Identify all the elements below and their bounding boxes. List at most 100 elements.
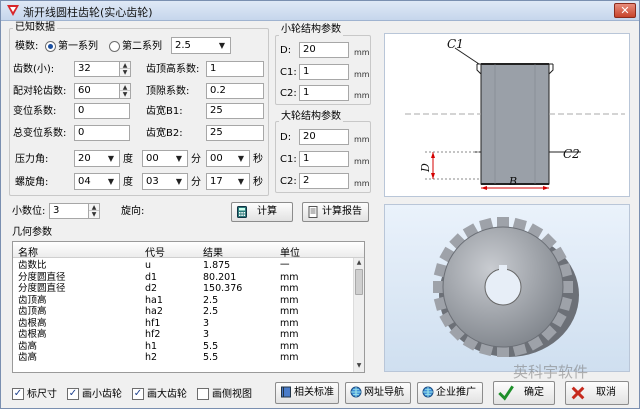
report-icon [308, 206, 318, 218]
row-unit: mm [280, 271, 299, 283]
small-c2-input[interactable]: 1 [299, 85, 349, 101]
ok-button[interactable]: 确定 [493, 381, 555, 405]
row-code: hf2 [145, 329, 161, 340]
stepper-up-icon[interactable]: ▲ [120, 84, 130, 91]
helix-min-select[interactable]: 03 ▼ [142, 173, 188, 190]
calculate-button[interactable]: 计算 [231, 202, 293, 222]
large-c2-label: C2: [280, 176, 297, 187]
col-result-header[interactable]: 结果 [203, 244, 223, 259]
teeth-mate-stepper[interactable]: ▲ ▼ [119, 83, 131, 99]
series1-radio[interactable] [45, 41, 56, 52]
stepper-up-icon[interactable]: ▲ [89, 204, 99, 211]
row-result: 3 [203, 317, 210, 329]
deg-unit: 度 [123, 154, 133, 165]
table-row[interactable]: 齿顶高 ha1 2.5 mm [13, 295, 353, 307]
dimension-checkbox-label[interactable]: 标尺寸 [27, 389, 57, 401]
large-d-input[interactable]: 20 [299, 129, 349, 145]
app-window: 渐开线圆柱齿轮(实心齿轮) ✕ 已知数据 模数: 第一系列 第二系列 2.5 ▼… [0, 0, 640, 409]
teeth-mate-label: 配对轮齿数: [13, 86, 67, 97]
report-button[interactable]: 计算报告 [302, 202, 369, 222]
table-row[interactable]: 分度圆直径 d2 150.376 mm [13, 283, 353, 295]
col-code-header[interactable]: 代号 [145, 244, 165, 259]
row-unit: mm [280, 294, 299, 306]
table-row[interactable]: 分度圆直径 d1 80.201 mm [13, 272, 353, 284]
stepper-up-icon[interactable]: ▲ [120, 62, 130, 69]
table-row[interactable]: 齿根高 hf2 3 mm [13, 329, 353, 341]
chevron-down-icon: ▼ [107, 177, 115, 186]
helix-min-value: 03 [146, 176, 159, 187]
series1-label[interactable]: 第一系列 [58, 41, 98, 53]
pressure-deg-select[interactable]: 20 ▼ [74, 150, 120, 167]
stepper-down-icon[interactable]: ▼ [120, 91, 130, 98]
window-title: 渐开线圆柱齿轮(实心齿轮) [23, 6, 153, 19]
pressure-deg-value: 20 [78, 153, 91, 164]
helix-sec-select[interactable]: 17 ▼ [206, 173, 250, 190]
related-standards-label: 相关标准 [294, 387, 334, 398]
stepper-down-icon[interactable]: ▼ [120, 69, 130, 76]
close-button[interactable]: ✕ [614, 3, 636, 18]
pressure-sec-select[interactable]: 00 ▼ [206, 150, 250, 167]
row-code: ha2 [145, 306, 163, 317]
clearance-input[interactable]: 0.2 [206, 83, 264, 99]
c1-label: C1 [447, 37, 464, 51]
teeth-mate-input[interactable]: 60 [74, 83, 120, 99]
app-logo-icon [7, 5, 19, 16]
module-select[interactable]: 2.5 ▼ [171, 37, 231, 54]
dimension-checkbox[interactable]: ✓ [12, 388, 24, 400]
shift-label: 变位系数: [13, 106, 57, 117]
table-row[interactable]: 齿根高 hf1 3 mm [13, 318, 353, 330]
large-c1-label: C1: [280, 154, 297, 165]
enterprise-promo-label: 企业推广 [436, 387, 476, 398]
large-c2-unit: mm [354, 179, 370, 188]
enterprise-promo-button[interactable]: 企业推广 [417, 382, 483, 404]
col-name-header[interactable]: 名称 [18, 244, 38, 259]
draw-small-checkbox[interactable]: ✓ [67, 388, 79, 400]
decimals-stepper[interactable]: ▲ ▼ [88, 203, 100, 219]
addendum-coef-input[interactable]: 1 [206, 61, 264, 77]
row-code: ha1 [145, 294, 163, 306]
large-c1-unit: mm [354, 157, 370, 166]
stepper-down-icon[interactable]: ▼ [89, 211, 99, 218]
draw-large-checkbox-label[interactable]: 画大齿轮 [147, 389, 187, 401]
total-shift-input[interactable]: 0 [74, 125, 130, 141]
chevron-down-icon: ▼ [175, 177, 183, 186]
width2-input[interactable]: 25 [206, 125, 264, 141]
width1-input[interactable]: 25 [206, 103, 264, 119]
table-row[interactable]: 齿顶高 ha2 2.5 mm [13, 306, 353, 318]
series2-radio[interactable] [109, 41, 120, 52]
large-c2-input[interactable]: 2 [299, 173, 349, 189]
table-row[interactable]: 齿数比 u 1.875 一 [13, 260, 353, 272]
small-d-input[interactable]: 20 [299, 42, 349, 58]
large-c1-input[interactable]: 1 [299, 151, 349, 167]
row-result: 5.5 [203, 352, 219, 363]
col-unit-header[interactable]: 单位 [280, 244, 300, 259]
row-result: 2.5 [203, 294, 219, 306]
helix-deg-select[interactable]: 04 ▼ [74, 173, 120, 190]
table-row[interactable]: 齿高 h2 5.5 mm [13, 352, 353, 364]
small-c1-input[interactable]: 1 [299, 64, 349, 80]
table-scrollbar[interactable]: ▲ ▼ [353, 258, 364, 372]
web-nav-button[interactable]: 网址导航 [345, 382, 411, 404]
draw-large-checkbox[interactable]: ✓ [132, 388, 144, 400]
table-row[interactable]: 齿高 h1 5.5 mm [13, 341, 353, 353]
row-unit: mm [280, 329, 299, 340]
calculator-icon [237, 206, 247, 218]
draw-small-checkbox-label[interactable]: 画小齿轮 [82, 389, 122, 401]
small-d-label: D: [280, 45, 292, 56]
row-name: 分度圆直径 [18, 271, 66, 283]
series2-label[interactable]: 第二系列 [122, 41, 162, 53]
related-standards-button[interactable]: 相关标准 [275, 382, 339, 404]
cancel-button[interactable]: 取消 [565, 381, 629, 405]
scroll-up-icon[interactable]: ▲ [354, 258, 364, 268]
draw-side-checkbox-label[interactable]: 画侧视图 [212, 389, 252, 401]
draw-side-checkbox[interactable] [197, 388, 209, 400]
teeth-small-input[interactable]: 32 [74, 61, 120, 77]
scroll-thumb[interactable] [355, 269, 363, 295]
decimals-input[interactable]: 3 [49, 203, 89, 219]
teeth-small-stepper[interactable]: ▲ ▼ [119, 61, 131, 77]
scroll-down-icon[interactable]: ▼ [354, 361, 364, 371]
close-icon [571, 386, 585, 400]
shift-input[interactable]: 0 [74, 103, 130, 119]
row-unit: mm [280, 352, 299, 363]
pressure-min-select[interactable]: 00 ▼ [142, 150, 188, 167]
